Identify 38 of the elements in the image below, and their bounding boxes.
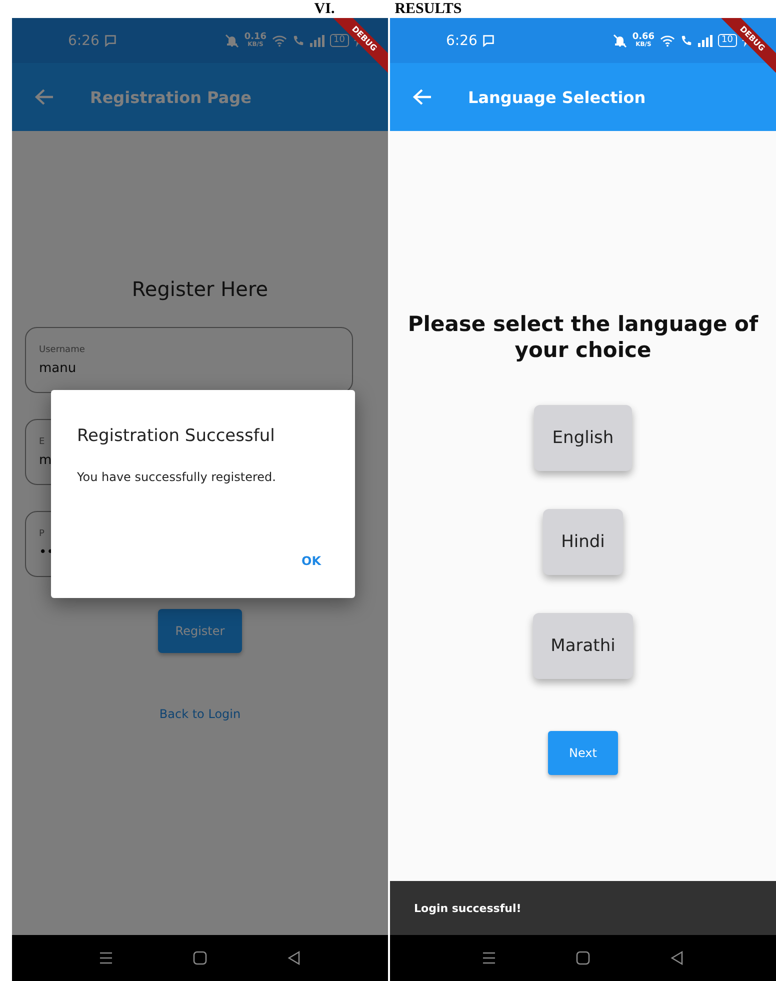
language-button[interactable]: English [534, 405, 632, 471]
signal-icon [698, 34, 713, 46]
phone-icon [680, 34, 693, 47]
phone-icon [292, 34, 305, 47]
mute-icon [613, 34, 628, 48]
back-triangle-icon[interactable] [286, 950, 302, 966]
wifi-icon [660, 34, 675, 46]
network-speed: 0.16 [244, 33, 267, 41]
home-square-icon[interactable] [192, 950, 208, 966]
status-time: 6:26 [446, 32, 478, 48]
battery-level: 10 [330, 34, 349, 47]
language-button[interactable]: Hindi [543, 509, 623, 575]
back-triangle-icon[interactable] [669, 950, 685, 966]
signal-icon [310, 34, 325, 46]
dialog-message: You have successfully registered. [77, 470, 277, 484]
menu-icon[interactable] [481, 950, 497, 966]
wifi-icon [272, 34, 287, 46]
ok-button[interactable]: OK [298, 552, 325, 570]
language-prompt: Please select the language of your choice [406, 311, 760, 363]
message-icon [104, 34, 118, 47]
home-square-icon[interactable] [575, 950, 591, 966]
status-time: 6:26 [68, 32, 100, 48]
dialog-title: Registration Successful [77, 426, 276, 446]
network-speed: 0.66 [632, 33, 655, 41]
message-icon [482, 34, 496, 47]
next-button[interactable]: Next [548, 731, 618, 775]
mute-icon [225, 34, 240, 48]
language-button[interactable]: Marathi [532, 613, 634, 679]
menu-icon[interactable] [98, 950, 114, 966]
back-to-login-link[interactable]: Back to Login [159, 707, 241, 721]
battery-level: 10 [718, 34, 737, 47]
section-title: RESULTS [394, 0, 462, 18]
back-arrow-icon[interactable] [412, 88, 432, 106]
snackbar-message: Login successful! [414, 902, 522, 914]
page-heading: Register Here [132, 277, 268, 301]
app-bar-title: Language Selection [468, 88, 646, 106]
section-number: VI. [314, 0, 335, 18]
app-bar-title: Registration Page [90, 88, 252, 106]
